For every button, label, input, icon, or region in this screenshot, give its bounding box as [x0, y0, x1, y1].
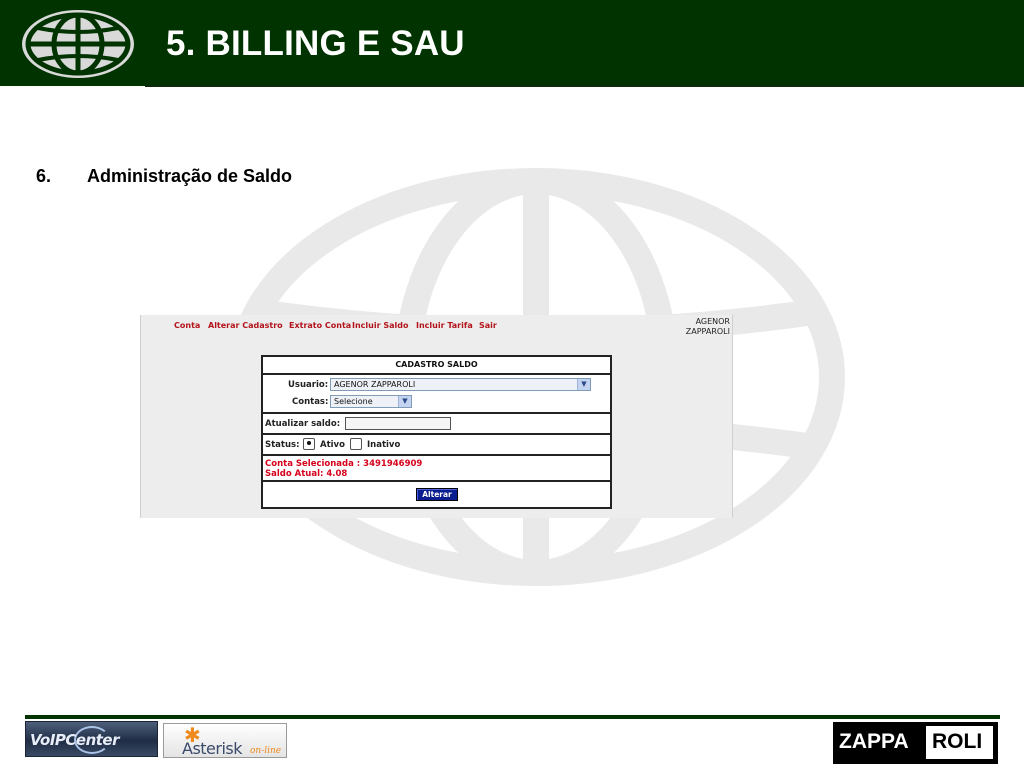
info-row: Conta Selecionada : 3491946909 Saldo Atu… — [263, 456, 610, 482]
form-title: CADASTRO SALDO — [395, 360, 478, 369]
status-row: Status: Ativo Inativo — [263, 435, 610, 456]
nav-incluir-tarifa[interactable]: Incluir Tarifa — [416, 321, 473, 330]
saldo-atual-text: Saldo Atual: 4.08 — [265, 469, 348, 479]
cadastro-saldo-form: CADASTRO SALDO Usuario: AGENOR ZAPPAROLI… — [261, 355, 612, 509]
nav-conta[interactable]: Conta — [174, 321, 200, 330]
status-ativo-radio[interactable] — [303, 438, 315, 450]
chevron-down-icon: ▼ — [398, 396, 411, 407]
slide-title: 5. BILLING E SAU — [166, 24, 465, 63]
voipcenter-logo-text: VoIPCenter — [30, 731, 120, 749]
chevron-down-icon: ▼ — [577, 379, 590, 390]
asterisk-logo-tag: on-line — [250, 746, 282, 756]
radio-selected-dot-icon — [307, 441, 311, 445]
usuario-select[interactable]: AGENOR ZAPPAROLI ▼ — [330, 378, 591, 391]
header-rule — [145, 85, 1024, 87]
section-title: Administração de Saldo — [87, 166, 293, 186]
conta-selecionada-text: Conta Selecionada : 3491946909 — [265, 459, 423, 469]
status-ativo-label: Ativo — [320, 440, 345, 450]
logged-user: AGENOR ZAPPAROLI — [686, 317, 730, 337]
asterisk-logo-text: Asterisk — [182, 739, 243, 758]
nav-sair[interactable]: Sair — [479, 321, 497, 330]
status-inativo-radio[interactable] — [350, 438, 362, 450]
atualizar-saldo-input[interactable] — [345, 417, 451, 430]
header-band: 5. BILLING E SAU — [0, 0, 1024, 86]
status-inativo-label: Inativo — [367, 440, 401, 450]
contas-select-value: Selecione — [334, 397, 373, 406]
nav-alterar-cadastro[interactable]: Alterar Cadastro — [208, 321, 283, 330]
contas-label: Contas: — [292, 397, 329, 407]
globe-logo-icon — [22, 10, 134, 78]
section-heading: 6. Administração de Saldo — [36, 166, 292, 187]
contas-select[interactable]: Selecione ▼ — [330, 395, 412, 408]
logged-user-line2: ZAPPAROLI — [685, 327, 730, 336]
zapparoli-logo: ZAPPA ROLI — [833, 722, 998, 764]
usuario-label: Usuario: — [288, 380, 329, 390]
status-label: Status: — [265, 440, 300, 450]
nav-extrato-conta[interactable]: Extrato Conta — [289, 321, 351, 330]
footer-rule — [25, 715, 1000, 719]
form-title-row: CADASTRO SALDO — [263, 357, 610, 375]
atualizar-row: Atualizar saldo: — [263, 414, 610, 435]
zapparoli-logo-part1: ZAPPA — [839, 730, 909, 753]
logged-user-line1: AGENOR — [695, 317, 730, 326]
section-number: 6. — [36, 166, 52, 186]
submit-row: Alterar — [263, 482, 610, 507]
asterisk-logo: ✱ Asterisk on-line — [163, 723, 287, 758]
alterar-button[interactable]: Alterar — [416, 488, 458, 501]
zapparoli-logo-box: ROLI — [926, 726, 993, 759]
voipcenter-logo: VoIPCenter — [25, 721, 158, 757]
atualizar-saldo-label: Atualizar saldo: — [265, 419, 341, 429]
app-screenshot: Conta Alterar Cadastro Extrato Conta Inc… — [140, 315, 733, 518]
account-row: Usuario: AGENOR ZAPPAROLI ▼ Contas: Sele… — [263, 375, 610, 414]
usuario-select-value: AGENOR ZAPPAROLI — [334, 380, 416, 389]
nav-incluir-saldo[interactable]: Incluir Saldo — [352, 321, 408, 330]
zapparoli-logo-part2: ROLI — [932, 730, 983, 753]
